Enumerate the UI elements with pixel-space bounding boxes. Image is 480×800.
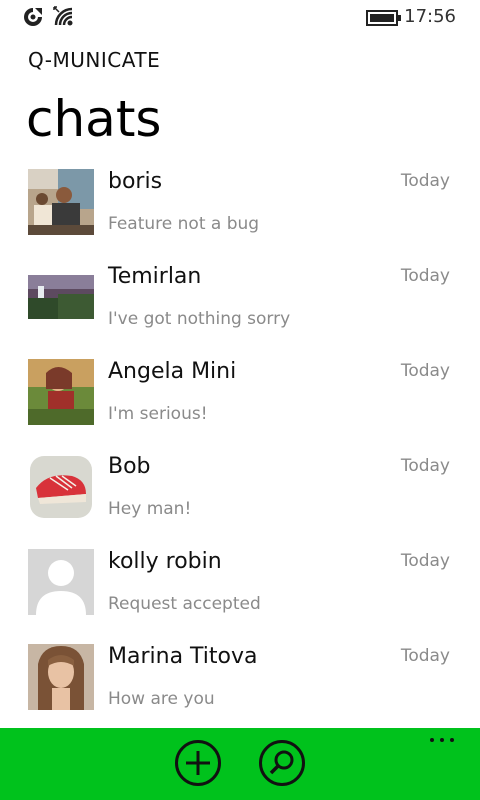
search-icon (269, 750, 294, 775)
avatar (28, 169, 94, 235)
status-time: 17:56 (404, 6, 456, 27)
chat-name: Marina Titova (108, 644, 258, 669)
chat-last-message: Hey man! (108, 499, 192, 519)
avatar (28, 454, 94, 520)
add-chat-button[interactable] (175, 740, 221, 786)
chat-item-marina-titova[interactable]: Marina Titova How are you Today (0, 638, 480, 733)
avatar (28, 359, 94, 425)
chat-name: kolly robin (108, 549, 222, 574)
chat-item-angela-mini[interactable]: Angela Mini I'm serious! Today (0, 353, 480, 448)
chat-item-boris[interactable]: boris Feature not a bug Today (0, 163, 480, 258)
wifi-icon (53, 6, 73, 26)
location-sync-icon (24, 8, 42, 26)
chat-item-temirlan[interactable]: Temirlan I've got nothing sorry Today (0, 258, 480, 353)
default-avatar-icon (28, 549, 94, 615)
chat-last-message: Feature not a bug (108, 214, 260, 234)
chat-time: Today (400, 361, 450, 381)
chat-last-message: I've got nothing sorry (108, 309, 291, 329)
more-icon[interactable] (430, 734, 456, 748)
chat-time: Today (400, 646, 450, 666)
chat-last-message: How are you (108, 689, 215, 709)
page-title: chats (26, 90, 162, 148)
chat-time: Today (400, 551, 450, 571)
chat-time: Today (400, 171, 450, 191)
chat-time: Today (400, 456, 450, 476)
chat-name: Temirlan (108, 264, 202, 289)
avatar (28, 264, 94, 330)
status-bar: 17:56 (0, 0, 480, 34)
app-title: Q-MUNICATE (28, 48, 161, 72)
search-button[interactable] (259, 740, 305, 786)
chat-last-message: I'm serious! (108, 404, 208, 424)
add-icon (186, 751, 210, 775)
battery-icon (366, 10, 401, 26)
app-bar (0, 728, 480, 800)
chat-list: boris Feature not a bug Today Temirlan I… (0, 163, 480, 733)
chat-item-kolly-robin[interactable]: kolly robin Request accepted Today (0, 543, 480, 638)
chat-last-message: Request accepted (108, 594, 261, 614)
chat-time: Today (400, 266, 450, 286)
chat-name: Angela Mini (108, 359, 237, 384)
chat-name: Bob (108, 454, 151, 479)
chat-name: boris (108, 169, 163, 194)
avatar (28, 644, 94, 710)
chat-item-bob[interactable]: Bob Hey man! Today (0, 448, 480, 543)
